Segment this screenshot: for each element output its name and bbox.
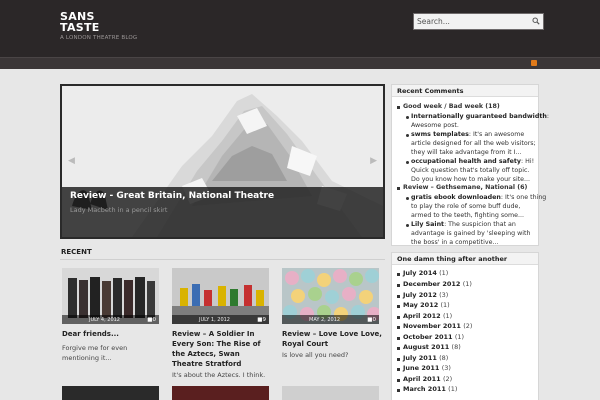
site-header: SANS TASTE A LONDON THEATRE BLOG Search.… (0, 0, 600, 57)
archive-link[interactable]: May 2012 (1) (403, 301, 450, 309)
archive-link[interactable]: June 2011 (3) (403, 364, 451, 372)
archive-link[interactable]: December 2012 (1) (403, 280, 472, 288)
comment-item: swms templates: It's an awesome article … (411, 131, 536, 156)
bullet (397, 187, 400, 190)
post-date: JULY 1, 2012 (199, 317, 230, 323)
comment-item: gratis ebook downloaden: It's one thing … (411, 194, 547, 219)
post-excerpt: Is love all you need? (282, 351, 349, 359)
bullet (406, 134, 409, 137)
comment-item: Internationally guaranteed bandwidth: Aw… (411, 113, 549, 129)
comment-author[interactable]: swms templates (411, 131, 469, 138)
bullet (406, 161, 409, 164)
nav-bar (0, 57, 600, 69)
archive-link[interactable]: July 2011 (8) (403, 354, 448, 362)
comment-count[interactable]: ■0 (147, 317, 156, 323)
magnifier-icon[interactable] (532, 17, 540, 25)
bullet (397, 305, 400, 308)
post-title[interactable]: Review – Love Love Love, Royal Court (282, 329, 382, 349)
slider-next-icon[interactable]: ▶ (370, 156, 377, 166)
archive-link[interactable]: October 2011 (1) (403, 333, 464, 341)
comment-post-link[interactable]: Review – Gethsemane, National (6) (403, 183, 527, 192)
slider-prev-icon[interactable]: ◀ (68, 156, 75, 166)
site-logo[interactable]: SANS TASTE (60, 11, 100, 33)
archive-link[interactable]: November 2011 (2) (403, 322, 472, 330)
widget-header: Recent Comments (392, 85, 538, 97)
bullet (397, 316, 400, 319)
bullet (397, 284, 400, 287)
featured-slider[interactable]: ◀ ▶ Review - Great Britain, National The… (60, 84, 385, 239)
bullet (397, 347, 400, 350)
post-title[interactable]: Review – A Soldier In Every Son: The Ris… (172, 329, 272, 369)
bullet (397, 389, 400, 392)
site-tagline: A LONDON THEATRE BLOG (60, 35, 138, 41)
bullet (406, 224, 409, 227)
slide-title[interactable]: Review - Great Britain, National Theatre (70, 191, 274, 201)
post-excerpt: Forgive me for even mentioning it... (62, 344, 128, 362)
post-date: JULY 4, 2012 (89, 317, 120, 323)
post-title[interactable]: Dear friends... (62, 329, 162, 339)
archive-link[interactable]: August 2011 (8) (403, 343, 461, 351)
archive-link[interactable]: March 2011 (1) (403, 385, 457, 393)
comment-item: Lily Saint: The suspicion that an advant… (411, 221, 531, 246)
comment-post-link[interactable]: Good week / Bad week (18) (403, 102, 500, 111)
post-thumbnail[interactable]: MAY 2, 2012 ■0 (282, 268, 379, 324)
archive-link[interactable]: July 2014 (1) (403, 269, 448, 277)
post-thumbnail[interactable] (172, 386, 269, 400)
bullet (397, 358, 400, 361)
search-input[interactable]: Search... (417, 17, 450, 26)
bullet (397, 379, 400, 382)
bullet (406, 197, 409, 200)
comment-author[interactable]: Internationally guaranteed bandwidth (411, 113, 547, 120)
slide-subtitle: Lady Macbeth in a pencil skirt (70, 206, 168, 214)
bullet (397, 368, 400, 371)
bullet (406, 116, 409, 119)
comment-count[interactable]: ■0 (367, 317, 376, 323)
post-thumbnail[interactable]: JULY 1, 2012 ■9 (172, 268, 269, 324)
comment-item: occupational health and safety: Hi! Quic… (411, 158, 535, 183)
bullet (397, 106, 400, 109)
search-box[interactable]: Search... (413, 13, 544, 30)
archive-link[interactable]: April 2012 (1) (403, 312, 452, 320)
post-thumbnail[interactable] (282, 386, 379, 400)
widget-title: One damn thing after another (397, 255, 508, 263)
widget-title: Recent Comments (397, 87, 464, 95)
widget-header: One damn thing after another (392, 253, 538, 265)
post-date: MAY 2, 2012 (309, 317, 341, 323)
post-thumbnail[interactable]: JULY 4, 2012 ■0 (62, 268, 159, 324)
recent-heading: RECENT (61, 248, 92, 256)
bullet (397, 273, 400, 276)
comment-count[interactable]: ■9 (257, 317, 266, 323)
comment-author[interactable]: occupational health and safety (411, 158, 521, 165)
archive-link[interactable]: July 2012 (3) (403, 291, 448, 299)
bullet (397, 295, 400, 298)
post-excerpt: It's about the Aztecs. I think. (172, 371, 266, 379)
comment-author[interactable]: gratis ebook downloaden (411, 194, 501, 201)
archive-link[interactable]: April 2011 (2) (403, 375, 452, 383)
bullet (397, 337, 400, 340)
logo-line-2: TASTE (60, 21, 100, 34)
comment-author[interactable]: Lily Saint (411, 221, 444, 228)
rss-icon[interactable] (531, 60, 537, 66)
divider (60, 259, 385, 260)
bullet (397, 326, 400, 329)
post-thumbnail[interactable] (62, 386, 159, 400)
